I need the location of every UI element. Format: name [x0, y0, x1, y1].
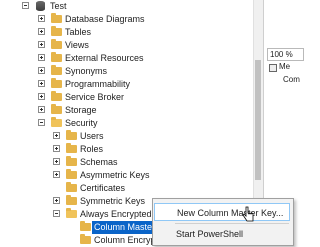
expand-toggle-icon[interactable]	[53, 145, 60, 152]
expand-toggle-icon[interactable]	[38, 28, 45, 35]
folder-icon	[51, 91, 62, 101]
context-menu: New Column Master Key... Start PowerShel…	[152, 198, 294, 246]
tree-node-label: Service Broker	[65, 92, 125, 102]
start-powershell-menu-item[interactable]: Start PowerShell	[154, 225, 290, 243]
zoom-level[interactable]: 100 %	[267, 48, 304, 61]
expand-toggle-icon[interactable]	[53, 158, 60, 165]
menu-separator	[175, 223, 289, 224]
folder-icon	[80, 221, 91, 231]
tree-node-label: Tables	[65, 27, 92, 37]
tree-node-label: External Resources	[65, 53, 144, 63]
tree-node-label: Symmetric Keys	[80, 196, 146, 206]
tree-node-label: Security	[65, 118, 98, 128]
expand-toggle-icon[interactable]	[38, 67, 45, 74]
folder-open-icon	[66, 208, 77, 218]
tree-node-label: Asymmetric Keys	[80, 170, 150, 180]
expand-toggle-icon[interactable]	[38, 54, 45, 61]
tree-node-label: Database Diagrams	[65, 14, 145, 24]
expand-toggle-icon[interactable]	[38, 106, 45, 113]
messages-icon	[269, 64, 277, 72]
expand-toggle-icon[interactable]	[53, 171, 60, 178]
tree-node-label: Test	[50, 1, 67, 11]
mouse-pointer-icon	[242, 206, 254, 222]
tree-scrollbar-thumb[interactable]	[255, 60, 261, 180]
folder-icon	[51, 104, 62, 114]
folder-icon	[80, 234, 91, 244]
expand-toggle-icon[interactable]	[53, 197, 60, 204]
folder-icon	[51, 13, 62, 23]
tree-node-label: Roles	[80, 144, 104, 154]
folder-icon	[66, 130, 77, 140]
tree-node-label: Storage	[65, 105, 97, 115]
new-column-master-key-menu-item[interactable]: New Column Master Key...	[154, 203, 290, 221]
folder-icon	[66, 169, 77, 179]
expand-toggle-icon[interactable]	[38, 93, 45, 100]
results-text: Com	[283, 75, 300, 84]
tree-node-label: Schemas	[80, 157, 118, 167]
folder-icon	[51, 78, 62, 88]
folder-icon	[66, 143, 77, 153]
database-icon	[36, 1, 45, 11]
tree-node-label: Programmability	[65, 79, 131, 89]
collapse-toggle-icon[interactable]	[38, 119, 45, 126]
expand-toggle-icon[interactable]	[38, 80, 45, 87]
collapse-toggle-icon[interactable]	[22, 2, 29, 9]
messages-tab[interactable]: Me	[279, 62, 290, 72]
tree-node-label: Views	[65, 40, 89, 50]
folder-icon	[66, 182, 77, 192]
folder-icon	[51, 52, 62, 62]
collapse-toggle-icon[interactable]	[53, 210, 60, 217]
tree-node-label: Synonyms	[65, 66, 108, 76]
folder-icon	[51, 26, 62, 36]
folder-icon	[51, 65, 62, 75]
tree-node-label: Certificates	[80, 183, 126, 193]
expand-toggle-icon[interactable]	[53, 132, 60, 139]
expand-toggle-icon[interactable]	[38, 41, 45, 48]
folder-icon	[66, 195, 77, 205]
folder-icon	[66, 156, 77, 166]
folder-icon	[51, 39, 62, 49]
folder-open-icon	[51, 117, 62, 127]
tree-node-label: Users	[80, 131, 104, 141]
expand-toggle-icon[interactable]	[38, 15, 45, 22]
